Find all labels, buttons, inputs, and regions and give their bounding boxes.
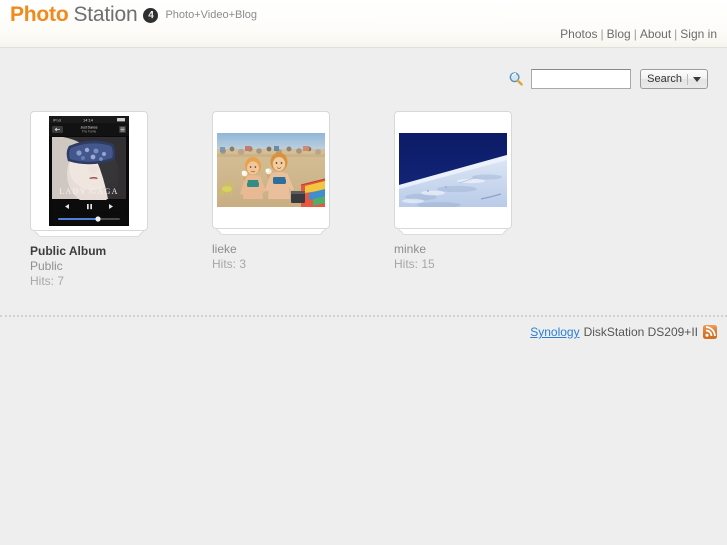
album-hits: Hits: 7 (30, 274, 65, 288)
album-grid: iPod 14:14 Just Dance The Fame LADY GAGA… (30, 111, 576, 289)
album-title[interactable]: minke (394, 242, 576, 257)
two-girls-on-beach-thumbnail (217, 133, 325, 207)
album-thumbnail[interactable] (399, 116, 507, 224)
search-button-label: Search (647, 73, 682, 85)
search-bar: Search (508, 69, 708, 89)
lady-gaga-ipod-player-thumbnail: iPod 14:14 Just Dance The Fame LADY GAGA (49, 116, 129, 226)
search-button-divider (687, 73, 688, 85)
album-thumbnail-card[interactable] (394, 111, 512, 235)
album-thumbnail[interactable] (217, 116, 325, 224)
search-input[interactable] (531, 69, 632, 89)
album-title[interactable]: lieke (212, 242, 394, 257)
synology-brand-link[interactable]: Synology (530, 325, 579, 339)
album-hits: Hits: 15 (394, 257, 435, 271)
snowy-slope-thumbnail (399, 133, 507, 207)
album-meta: Public Album Public Hits: 7 (30, 244, 212, 289)
nav-sign-in[interactable]: Sign in (680, 27, 717, 41)
app-logo[interactable]: Photo Station 4 Photo+Video+Blog (10, 4, 257, 26)
logo-tagline: Photo+Video+Blog (165, 9, 258, 21)
page-header: Photo Station 4 Photo+Video+Blog Photo Stati… (0, 0, 727, 48)
album-description: Public (30, 259, 63, 273)
svg-text:The Fame: The Fame (82, 130, 97, 134)
album-title[interactable]: Public Album (30, 244, 212, 259)
nav-blog[interactable]: Blog (607, 27, 631, 41)
album-thumbnail-card[interactable]: iPod 14:14 Just Dance The Fame LADY GAGA (30, 111, 148, 237)
album-hits: Hits: 3 (212, 257, 247, 271)
nav-photos[interactable]: Photos (560, 27, 597, 41)
version-badge-icon: 4 (143, 8, 159, 23)
svg-text:iPod: iPod (53, 118, 61, 123)
nav-separator: | (674, 27, 678, 41)
top-navigation: Photos | Blog | About | Sign in (560, 27, 717, 41)
album-item[interactable]: lieke Hits: 3 (212, 111, 394, 289)
page-footer: Synology DiskStation DS209+II (530, 325, 717, 339)
header-divider (0, 47, 727, 48)
nav-about[interactable]: About (640, 27, 671, 41)
album-item[interactable]: iPod 14:14 Just Dance The Fame LADY GAGA… (30, 111, 212, 289)
album-meta: lieke Hits: 3 (212, 242, 394, 272)
logo-word-photo: Photo (10, 3, 69, 26)
search-button[interactable]: Search (640, 69, 708, 89)
album-thumbnail-card[interactable] (212, 111, 330, 235)
device-model-label: DiskStation DS209+II (583, 325, 698, 339)
nav-separator: | (633, 27, 637, 41)
rss-feed-icon[interactable] (703, 325, 717, 339)
album-item[interactable]: minke Hits: 15 (394, 111, 576, 289)
logo-word-station: Station (73, 3, 138, 26)
magnifier-icon (509, 72, 523, 86)
caret-down-icon[interactable] (693, 76, 701, 82)
svg-text:14:14: 14:14 (83, 118, 94, 123)
album-thumbnail[interactable]: iPod 14:14 Just Dance The Fame LADY GAGA (35, 116, 143, 226)
footer-divider (0, 315, 727, 317)
album-meta: minke Hits: 15 (394, 242, 576, 272)
nav-separator: | (600, 27, 604, 41)
